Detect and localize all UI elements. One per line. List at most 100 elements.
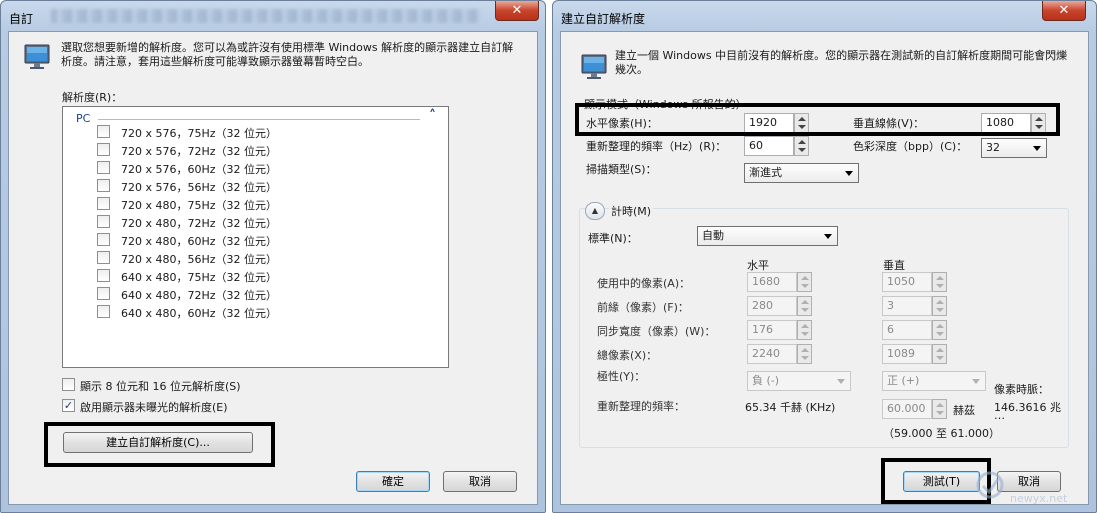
show-8-16-bit-checkbox[interactable] — [62, 378, 75, 391]
polarity-vertical-select[interactable]: 正 (+) — [882, 371, 986, 391]
blurred-background-title — [51, 9, 481, 23]
resolution-item[interactable]: 720 x 480，72Hz（32 位元） — [121, 215, 277, 231]
resolution-item[interactable]: 720 x 576，60Hz（32 位元） — [121, 161, 277, 177]
chevron-down-icon — [837, 379, 845, 384]
resolution-item[interactable]: 720 x 576，72Hz（32 位元） — [121, 143, 277, 159]
timing-vertical-spinner[interactable] — [932, 344, 947, 364]
resolution-checkbox[interactable] — [97, 143, 110, 156]
resolution-checkbox[interactable] — [97, 161, 110, 174]
timing-vertical-spinner[interactable] — [932, 272, 947, 292]
timing-horizontal-spinner[interactable] — [797, 272, 812, 292]
highlight-frame-create — [44, 422, 275, 467]
left-titlebar[interactable]: 自訂 ✕ — [1, 1, 545, 31]
resolution-checkbox[interactable] — [97, 269, 110, 282]
resolution-item[interactable]: 640 x 480，60Hz（32 位元） — [121, 305, 277, 321]
refresh-frequency-label: 重新整理的頻率（Hz）(R)： — [586, 140, 727, 153]
collapse-chevron-icon[interactable]: ˄ — [429, 108, 436, 124]
pixel-clock-label: 像素時脈： — [994, 383, 1049, 396]
refresh-rate-range: （59.000 至 61.000） — [883, 427, 1000, 440]
timing-vertical-spinner[interactable] — [932, 296, 947, 316]
refresh-rate-vertical-input[interactable]: 60.000 — [882, 399, 932, 419]
left-close-button[interactable]: ✕ — [495, 1, 539, 21]
timing-vertical-input[interactable]: 1089 — [882, 344, 932, 364]
standard-label: 標準(N)： — [588, 232, 638, 245]
scan-type-select[interactable]: 漸進式 — [744, 163, 859, 183]
resolution-checkbox[interactable] — [97, 233, 110, 246]
timing-vertical-input[interactable]: 1050 — [882, 272, 932, 292]
column-vertical: 垂直 — [883, 259, 905, 272]
polarity-horizontal-select[interactable]: 負 (-) — [747, 371, 851, 391]
timing-horizontal-input[interactable]: 2240 — [747, 344, 797, 364]
monitor-icon — [24, 44, 50, 69]
refresh-frequency-input[interactable]: 60 — [744, 136, 794, 156]
scan-type-value: 漸進式 — [749, 166, 782, 179]
chevron-down-icon — [1033, 146, 1041, 151]
timing-vertical-spinner[interactable] — [932, 320, 947, 340]
chevron-down-icon — [824, 234, 832, 239]
pixel-clock-more: … — [994, 409, 1005, 422]
timing-row-label: 前緣（像素）(F)： — [597, 301, 689, 314]
color-depth-select[interactable]: 32 — [981, 138, 1047, 158]
highlight-frame-resolution — [575, 103, 1060, 136]
resolution-item[interactable]: 720 x 480，75Hz（32 位元） — [121, 197, 277, 213]
right-titlebar[interactable]: 建立自訂解析度 ✕ — [553, 1, 1096, 31]
resolution-list-label: 解析度(R)： — [62, 91, 123, 104]
resolution-checkbox[interactable] — [97, 125, 110, 138]
refresh-rate-vertical-spinner[interactable] — [932, 399, 947, 419]
resolution-listbox[interactable]: PC ˄ 720 x 576，75Hz（32 位元） 720 x 576，72Hz… — [62, 106, 449, 368]
resolution-item[interactable]: 640 x 480，75Hz（32 位元） — [121, 269, 277, 285]
resolution-item[interactable]: 720 x 576，75Hz（32 位元） — [121, 125, 277, 141]
resolution-item[interactable]: 720 x 480，56Hz（32 位元） — [121, 251, 277, 267]
left-cancel-button[interactable]: 取消 — [443, 471, 517, 492]
timing-horizontal-spinner[interactable] — [797, 344, 812, 364]
resolution-item[interactable]: 720 x 480，60Hz（32 位元） — [121, 233, 277, 249]
chevron-down-icon — [972, 379, 980, 384]
refresh-frequency-spinner[interactable] — [794, 136, 809, 156]
right-close-button[interactable]: ✕ — [1042, 1, 1086, 21]
resolution-item[interactable]: 640 x 480，72Hz（32 位元） — [121, 287, 277, 303]
resolution-item[interactable]: 720 x 576，56Hz（32 位元） — [121, 179, 277, 195]
group-header-pc: PC — [76, 112, 91, 125]
resolution-checkbox[interactable] — [97, 287, 110, 300]
watermark-logo-icon — [976, 471, 1004, 499]
timing-row-label: 使用中的像素(A)： — [597, 277, 691, 290]
timing-horizontal-input[interactable]: 176 — [747, 320, 797, 340]
refresh-rate-horizontal: 65.34 千赫 (KHz) — [745, 401, 836, 414]
polarity-label: 極性(Y)： — [597, 370, 646, 383]
right-client-area: 建立一個 Windows 中目前沒有的解析度。您的顯示器在測試新的自訂解析度期間… — [560, 31, 1089, 505]
color-depth-value: 32 — [986, 141, 1000, 154]
standard-value: 自動 — [702, 229, 724, 242]
resolution-checkbox[interactable] — [97, 251, 110, 264]
ok-button[interactable]: 確定 — [356, 471, 430, 492]
watermark: newyx.net — [970, 466, 1095, 512]
timing-row-label: 總像素(X)： — [597, 349, 658, 362]
timing-horizontal-spinner[interactable] — [797, 320, 812, 340]
timing-row-label: 同步寬度（像素）(W)： — [597, 325, 716, 338]
timing-vertical-input[interactable]: 3 — [882, 296, 932, 316]
timing-label: 計時(M) — [609, 203, 654, 219]
polarity-horizontal-value: 負 (-) — [752, 374, 780, 387]
standard-select[interactable]: 自動 — [697, 226, 838, 246]
enable-unexposed-checkbox[interactable]: ✓ — [62, 399, 75, 412]
resolution-checkbox[interactable] — [97, 179, 110, 192]
refresh-rate-unit: 赫茲 — [953, 404, 975, 417]
refresh-rate-label: 重新整理的頻率： — [597, 400, 685, 413]
chevron-down-icon — [845, 171, 853, 176]
timing-horizontal-spinner[interactable] — [797, 296, 812, 316]
group-header-divider — [98, 119, 420, 120]
color-depth-label: 色彩深度（bpp）(C)： — [853, 140, 968, 153]
scan-type-label: 掃描類型(S)： — [586, 163, 657, 176]
watermark-text: newyx.net — [1010, 492, 1068, 505]
resolution-checkbox[interactable] — [97, 197, 110, 210]
resolution-checkbox[interactable] — [97, 215, 110, 228]
left-description: 選取您想要新增的解析度。您可以為或許沒有使用標準 Windows 解析度的顯示器… — [61, 41, 514, 68]
timing-horizontal-input[interactable]: 280 — [747, 296, 797, 316]
enable-unexposed-label[interactable]: 啟用顯示器未曝光的解析度(E) — [80, 399, 228, 415]
timing-vertical-input[interactable]: 6 — [882, 320, 932, 340]
resolution-checkbox[interactable] — [97, 305, 110, 318]
timing-horizontal-input[interactable]: 1680 — [747, 272, 797, 292]
right-description: 建立一個 Windows 中目前沒有的解析度。您的顯示器在測試新的自訂解析度期間… — [615, 49, 1068, 76]
column-horizontal: 水平 — [747, 259, 769, 272]
timing-collapse-button[interactable]: ▲ — [585, 202, 605, 220]
show-8-16-bit-label[interactable]: 顯示 8 位元和 16 位元解析度(S) — [80, 378, 241, 394]
